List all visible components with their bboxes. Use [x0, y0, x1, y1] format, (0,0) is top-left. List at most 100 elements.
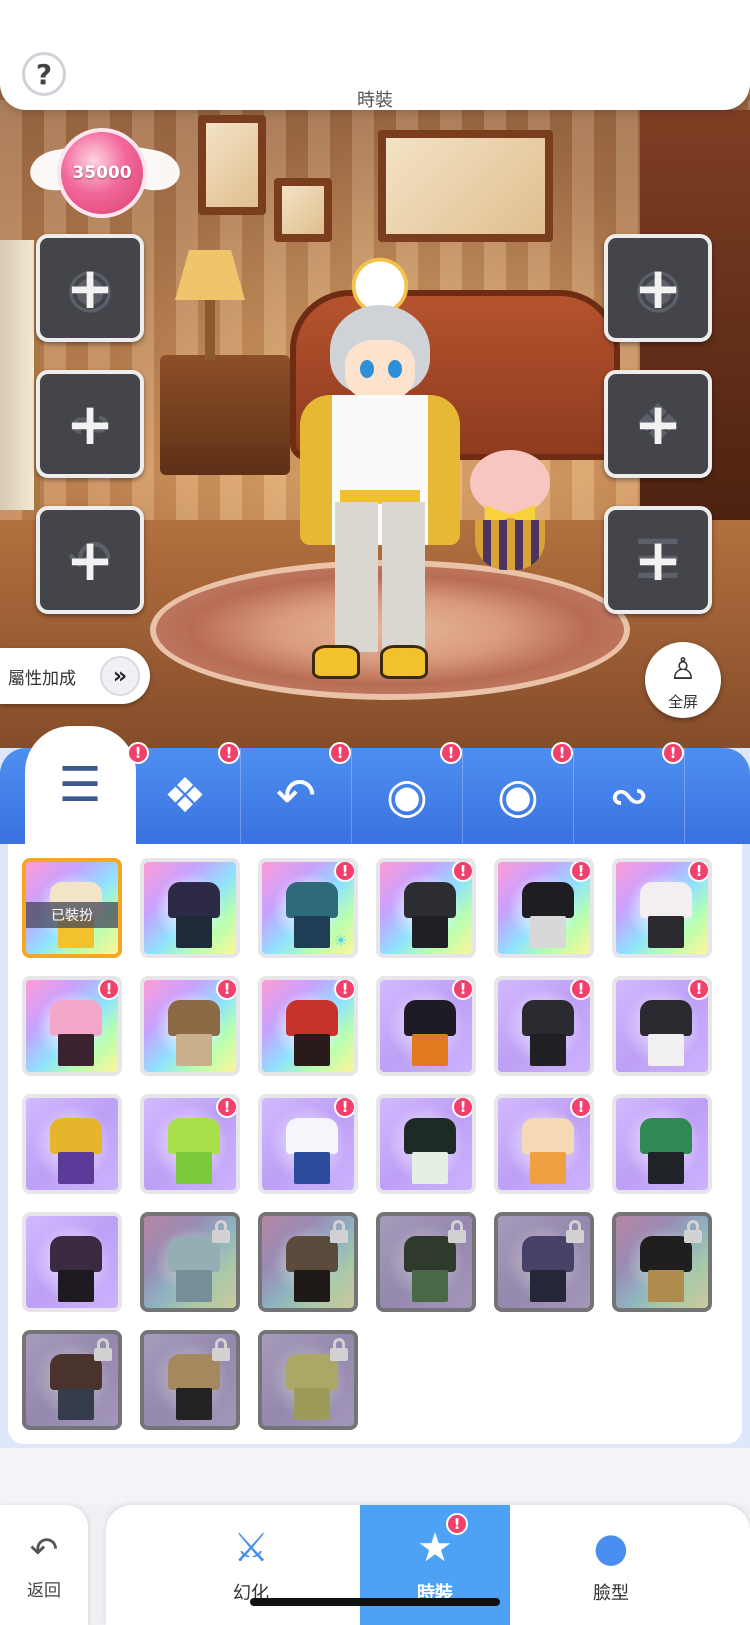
outfit-thumbnail	[522, 874, 574, 950]
outfit-thumbnail	[286, 1110, 338, 1186]
outfit-item[interactable]	[22, 1094, 122, 1194]
outfit-item[interactable]: ! ☀	[258, 858, 358, 958]
tab-outfit[interactable]: ☰ !	[25, 726, 149, 844]
lock-icon	[564, 1220, 586, 1244]
attribute-bonus-label: 屬性加成	[8, 668, 76, 689]
nav-transform[interactable]: ⚔ 幻化	[176, 1505, 326, 1625]
notification-badge: !	[452, 980, 472, 1000]
outfit-item[interactable]	[612, 1094, 712, 1194]
notification-badge: !	[662, 742, 684, 764]
outfit-item[interactable]	[140, 858, 240, 958]
face-icon: ●	[593, 1525, 629, 1571]
outfit-thumbnail	[286, 992, 338, 1068]
bottom-nav: ↶ 返回 ⚔ 幻化 ★ 時裝 ! ● 臉型	[0, 1505, 750, 1625]
outfit-item[interactable]	[258, 1330, 358, 1430]
tail-icon: ↶	[275, 768, 317, 824]
fullscreen-button[interactable]: ♙ 全屏	[645, 642, 721, 718]
notification-badge: !	[688, 980, 708, 1000]
outfit-item[interactable]	[494, 1212, 594, 1312]
jacket-icon: ☰	[58, 757, 102, 813]
tab-mask[interactable]: ◉ !	[463, 742, 574, 844]
outfit-thumbnail	[404, 1110, 456, 1186]
back-button[interactable]: ↶ 返回	[0, 1505, 88, 1625]
notification-badge: !	[688, 862, 708, 882]
wall-frame	[274, 178, 332, 242]
outfit-item[interactable]: !	[258, 976, 358, 1076]
slot-mask[interactable]: ◉ +	[604, 234, 712, 342]
side-table	[160, 355, 290, 475]
tab-tail[interactable]: ↶ !	[241, 742, 352, 844]
outfit-thumbnail	[168, 1110, 220, 1186]
outfit-item[interactable]: !	[494, 1094, 594, 1194]
outfit-item[interactable]: !	[494, 976, 594, 1076]
plus-icon: +	[65, 526, 115, 594]
outfit-icon: ★	[417, 1525, 453, 1571]
slot-outfit[interactable]: ☰ +	[604, 506, 712, 614]
slot-hat[interactable]: ◉ +	[36, 234, 144, 342]
plus-icon: +	[65, 390, 115, 458]
outfit-item[interactable]	[140, 1212, 240, 1312]
outfit-thumbnail	[50, 1110, 102, 1186]
fullscreen-label: 全屏	[667, 693, 698, 711]
outfit-item[interactable]: !	[22, 976, 122, 1076]
outfit-grid: 已裝扮 ! ☀!!!!!!!!!!!!!	[8, 844, 742, 1444]
tab-mustache[interactable]: ∾ !	[574, 742, 685, 844]
notification-badge: !	[98, 980, 118, 1000]
notification-badge: !	[446, 1513, 468, 1535]
mustache-icon: ∾	[608, 768, 650, 824]
outfit-item[interactable]	[22, 1330, 122, 1430]
outfit-item[interactable]	[376, 1212, 476, 1312]
outfit-item[interactable]: !	[612, 858, 712, 958]
back-arrow-icon: ↶	[29, 1529, 59, 1570]
sword-icon: ⚔	[233, 1525, 269, 1571]
outfit-item[interactable]: !	[258, 1094, 358, 1194]
outfit-thumbnail	[286, 874, 338, 950]
outfit-item[interactable]	[140, 1330, 240, 1430]
nav-face-label: 臉型	[593, 1583, 629, 1604]
currency-badge[interactable]: 35000	[26, 128, 184, 218]
notification-badge: !	[329, 742, 351, 764]
plus-icon: +	[633, 526, 683, 594]
lock-icon	[328, 1220, 350, 1244]
outfit-item[interactable]: !	[376, 858, 476, 958]
outfit-thumbnail	[640, 874, 692, 950]
wall-frame	[198, 115, 266, 215]
lock-icon	[210, 1338, 232, 1362]
slot-wings[interactable]: ❖ +	[604, 370, 712, 478]
person-icon: ♙	[669, 652, 697, 687]
outfit-item[interactable]	[258, 1212, 358, 1312]
slot-mustache[interactable]: ∾ +	[36, 370, 144, 478]
outfit-item[interactable]: 已裝扮	[22, 858, 122, 958]
player-avatar[interactable]	[300, 250, 460, 690]
attribute-bonus-button[interactable]: 屬性加成 »	[0, 648, 150, 704]
plus-icon: +	[65, 254, 115, 322]
outfit-thumbnail	[50, 992, 102, 1068]
notification-badge: !	[570, 1098, 590, 1118]
plus-icon: +	[633, 254, 683, 322]
notification-badge: !	[440, 742, 462, 764]
notification-badge: !	[570, 980, 590, 1000]
outfit-item[interactable]: !	[140, 1094, 240, 1194]
outfit-item[interactable]	[612, 1212, 712, 1312]
nav-face[interactable]: ● 臉型	[536, 1505, 686, 1625]
currency-value: 35000	[57, 128, 147, 218]
lock-icon	[328, 1338, 350, 1362]
tab-wings[interactable]: ❖ !	[130, 742, 241, 844]
outfit-item[interactable]	[22, 1212, 122, 1312]
lock-icon	[682, 1220, 704, 1244]
nav-fashion[interactable]: ★ 時裝 !	[360, 1505, 510, 1625]
outfit-item[interactable]: !	[376, 976, 476, 1076]
lock-icon	[92, 1338, 114, 1362]
outfit-item[interactable]: !	[612, 976, 712, 1076]
outfit-item[interactable]: !	[376, 1094, 476, 1194]
outfit-thumbnail	[522, 992, 574, 1068]
back-label: 返回	[27, 1580, 61, 1601]
pig-pet[interactable]	[455, 450, 565, 575]
nav-tabs: ⚔ 幻化 ★ 時裝 ! ● 臉型	[106, 1505, 750, 1625]
outfit-item[interactable]: !	[494, 858, 594, 958]
outfit-item[interactable]: !	[140, 976, 240, 1076]
tab-hat[interactable]: ◉ !	[352, 742, 463, 844]
lightbulb-icon: ☀	[333, 931, 348, 950]
slot-tail[interactable]: ↶ +	[36, 506, 144, 614]
equipped-label: 已裝扮	[26, 902, 118, 928]
